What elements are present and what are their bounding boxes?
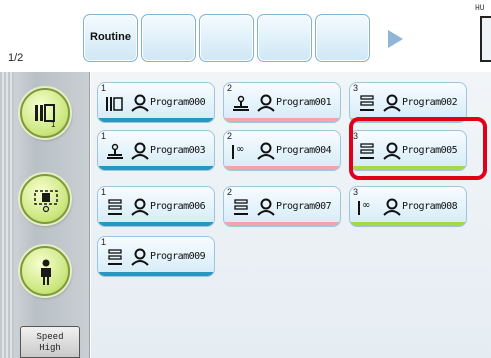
program-number: 3 [353, 187, 359, 197]
program-type-icon [231, 199, 251, 221]
svg-text:∞: ∞ [362, 200, 370, 211]
page-indicator: 1/2 [8, 52, 24, 64]
program-color-strip [98, 222, 214, 226]
program-name: Program003 [150, 145, 206, 156]
program-number: 1 [101, 131, 107, 141]
top-bar: 1/2 Routine HU [0, 0, 491, 72]
speed-label: Speed [36, 332, 64, 342]
program-color-strip [98, 272, 214, 276]
program-button-program004[interactable]: 2 ∞ Program004 [223, 130, 341, 171]
program-name: Program007 [276, 201, 332, 212]
program-button-program000[interactable]: 1 Program000 [97, 82, 215, 123]
user-icon [382, 94, 402, 116]
program-color-strip [224, 222, 340, 226]
program-button-program009[interactable]: 1 Program009 [97, 236, 215, 277]
program-number: 1 [101, 83, 107, 93]
program-type-icon [231, 95, 251, 117]
tab-empty-2[interactable] [141, 14, 196, 62]
image-layers-icon: 1 [35, 104, 56, 128]
program-button-program008[interactable]: 3 ∞ Program008 [349, 186, 467, 227]
program-button-program006[interactable]: 1 Program006 [97, 186, 215, 227]
speed-value: High [39, 343, 61, 353]
next-page-arrow-icon[interactable] [388, 30, 403, 48]
program-type-icon [105, 143, 125, 165]
image-mode-badge: 1 [51, 120, 56, 128]
program-color-strip [98, 118, 214, 122]
program-number: 2 [227, 131, 233, 141]
left-panel: 1 Speed High [0, 72, 90, 358]
program-button-program001[interactable]: 2 Program001 [223, 82, 341, 123]
user-icon [382, 198, 402, 220]
hu-indicator [480, 16, 491, 62]
program-name: Program008 [402, 201, 458, 212]
panel-stripe [0, 72, 14, 358]
program-type-icon: ∞ [357, 199, 377, 221]
speed-button[interactable]: Speed High [20, 326, 80, 358]
program-type-icon [105, 95, 125, 117]
user-icon [130, 142, 150, 164]
program-name: Program000 [150, 97, 206, 108]
tab-empty-4[interactable] [257, 14, 312, 62]
tab-routine[interactable]: Routine [83, 14, 138, 62]
program-grid: 1 Program000 2 Program001 3 Program002 1 Progra… [91, 72, 491, 358]
program-number: 2 [227, 83, 233, 93]
person-icon [41, 259, 51, 285]
tab-empty-5[interactable] [315, 14, 370, 62]
user-icon [130, 198, 150, 220]
program-name: Program001 [276, 97, 332, 108]
selection-highlight [349, 117, 487, 180]
program-number: 1 [101, 187, 107, 197]
svg-text:∞: ∞ [236, 144, 244, 155]
program-type-icon: ∞ [231, 143, 251, 165]
program-name: Program006 [150, 201, 206, 212]
program-type-icon [105, 249, 125, 271]
tab-empty-3[interactable] [199, 14, 254, 62]
grid-focus-icon [34, 190, 58, 213]
program-color-strip [350, 222, 466, 226]
program-button-program007[interactable]: 2 Program007 [223, 186, 341, 227]
program-name: Program009 [150, 251, 206, 262]
user-icon [256, 142, 276, 164]
program-color-strip [224, 166, 340, 170]
image-mode-button[interactable]: 1 [20, 88, 70, 138]
program-number: 1 [101, 237, 107, 247]
user-icon [130, 248, 150, 270]
program-color-strip [224, 118, 340, 122]
program-button-program003[interactable]: 1 Program003 [97, 130, 215, 171]
focus-mode-button[interactable] [20, 174, 70, 224]
program-name: Program002 [402, 97, 458, 108]
hu-label: HU [475, 4, 485, 13]
program-type-icon [105, 199, 125, 221]
program-number: 3 [353, 83, 359, 93]
user-icon [256, 198, 276, 220]
program-name: Program004 [276, 145, 332, 156]
program-number: 2 [227, 187, 233, 197]
program-color-strip [98, 166, 214, 170]
person-mode-button[interactable] [20, 246, 70, 296]
user-icon [256, 94, 276, 116]
program-type-icon [357, 95, 377, 117]
user-icon [130, 94, 150, 116]
